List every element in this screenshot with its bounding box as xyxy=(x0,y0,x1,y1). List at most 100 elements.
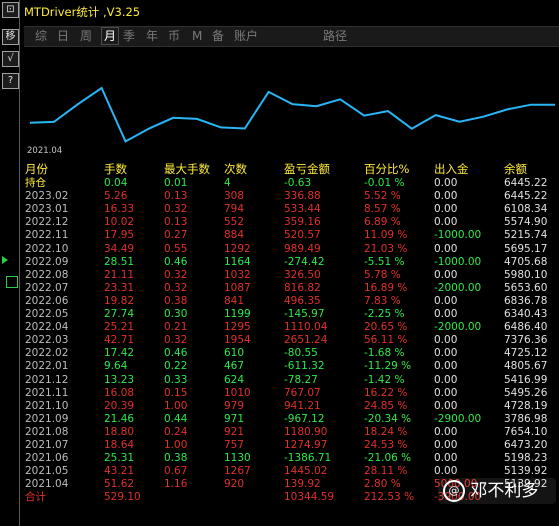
table-cell: 0.27 xyxy=(164,229,188,242)
table-cell: 920 xyxy=(224,478,245,491)
tab-2[interactable]: 周 xyxy=(80,28,92,44)
tab-6[interactable]: 币 xyxy=(168,28,180,44)
table-row: 2022.03 42.71 0.32 1954 2651.24 56.11 % 0.00 73… xyxy=(20,334,559,347)
table-row: 2021.11 16.08 0.15 1010 767.07 16.22 % 0.00 549… xyxy=(20,387,559,400)
table-cell: 767.07 xyxy=(284,386,321,399)
tab-8[interactable]: 备 xyxy=(212,28,224,44)
table-row: 2021.09 21.46 0.44 971 -967.12 -20.34 % -2900.… xyxy=(20,413,559,426)
table-cell: 1445.02 xyxy=(284,465,328,478)
table-cell: 25.31 xyxy=(104,452,135,465)
table-row: 2022.05 27.74 0.30 1199 -145.97 -2.25 % 0.00 63… xyxy=(20,308,559,321)
table-cell: 0.00 xyxy=(434,334,458,347)
table-cell: 0.13 xyxy=(164,216,188,229)
table-row: 2022.12 10.02 0.13 552 359.16 6.89 % 0.00 5574.… xyxy=(20,216,559,229)
chart-x-label: 2021.04 xyxy=(27,146,63,156)
table-cell: 5416.99 xyxy=(504,373,548,386)
table-cell: 2022.08 xyxy=(25,268,69,281)
table-cell: 7.83 % xyxy=(364,294,401,307)
column-header: 月份 xyxy=(25,162,48,176)
window-icon[interactable]: ⊡ xyxy=(2,2,19,18)
table-cell: 2022.03 xyxy=(25,334,69,347)
table-cell: 1.00 xyxy=(164,399,188,412)
table-cell: 1199 xyxy=(224,308,251,320)
table-cell: 20.65 % xyxy=(364,321,408,334)
table-cell: 0.00 xyxy=(434,386,458,399)
table-cell: -0.63 xyxy=(284,177,312,189)
tab-1[interactable]: 日 xyxy=(57,28,69,44)
table-cell: 2021.08 xyxy=(25,425,69,438)
table-row: 2022.08 21.11 0.32 1032 326.50 5.78 % 0.00 5980… xyxy=(20,269,559,282)
table-cell: 2022.07 xyxy=(25,281,69,294)
app-title: MTDriver统计 ,V3.25 xyxy=(24,5,141,19)
table-row: 2022.02 17.42 0.46 610 -80.55 -1.68 % 0.00 4725… xyxy=(20,347,559,360)
table-cell: 1292 xyxy=(224,242,251,255)
table-cell: 1110.04 xyxy=(284,321,328,334)
table-cell: 0.22 xyxy=(164,360,188,373)
watermark-text: 邓不利多 xyxy=(470,481,539,501)
tab-0[interactable]: 综 xyxy=(35,28,47,44)
table-cell: 0.46 xyxy=(164,255,188,268)
table-cell: 2021.11 xyxy=(25,386,69,399)
table-cell: 624 xyxy=(224,373,245,386)
tab-4[interactable]: 季 xyxy=(123,28,135,44)
tab-7[interactable]: M xyxy=(192,28,202,44)
table-cell: 0.55 xyxy=(164,242,188,255)
table-cell: 0.38 xyxy=(164,294,188,307)
table-cell: 34.49 xyxy=(104,242,135,255)
table-cell: 56.11 % xyxy=(364,334,408,347)
table-cell: -80.55 xyxy=(284,347,318,360)
table-cell: 0.00 xyxy=(434,373,458,386)
table-cell: 1267 xyxy=(224,465,251,478)
table-cell: 6473.20 xyxy=(504,439,548,451)
table-cell: 0.00 xyxy=(434,242,458,255)
table-cell: 8.57 % xyxy=(364,203,401,216)
table-cell: -1000.00 xyxy=(434,229,482,242)
table-cell: 0.67 xyxy=(164,465,188,478)
table-cell: 610 xyxy=(224,347,245,360)
table-cell: 6445.22 xyxy=(504,177,548,189)
tab-5[interactable]: 年 xyxy=(146,28,158,44)
table-row: 2021.05 43.21 0.67 1267 1445.02 28.11 % 0.00 51… xyxy=(20,465,559,478)
table-cell: 989.49 xyxy=(284,242,321,255)
table-row: 2021.07 18.64 1.00 757 1274.97 24.53 % 0.00 647… xyxy=(20,439,559,452)
table-cell: 336.88 xyxy=(284,190,321,203)
table-cell: 2021.12 xyxy=(25,373,69,386)
table-cell: 794 xyxy=(224,203,245,216)
check-icon[interactable]: √ xyxy=(2,51,19,67)
table-cell: 4 xyxy=(224,177,231,189)
table-cell: 18.80 xyxy=(104,425,135,438)
table-cell: 0.32 xyxy=(164,203,188,216)
table-cell: 0.00 xyxy=(434,308,458,320)
tab-3[interactable]: 月 xyxy=(101,27,120,45)
table-row: 2022.11 17.95 0.27 884 520.57 11.09 % -1000.00… xyxy=(20,229,559,242)
table-cell: 16.22 % xyxy=(364,386,408,399)
table-cell: -20.34 % xyxy=(364,412,412,425)
column-header: 余额 xyxy=(504,162,527,176)
table-cell: 941.21 xyxy=(284,399,321,412)
move-icon[interactable]: 移 xyxy=(2,29,19,45)
table-cell: 308 xyxy=(224,190,245,203)
table-cell: -611.32 xyxy=(284,360,325,373)
table-cell: 520.57 xyxy=(284,229,321,242)
table-cell: 5574.90 xyxy=(504,216,548,229)
table-cell: 0.00 xyxy=(434,294,458,307)
balance-chart xyxy=(29,86,555,143)
tab-bar: 综日周月季年币 M 备账户 路径 xyxy=(24,26,559,47)
help-icon[interactable]: ? xyxy=(2,73,19,89)
table-cell: 467 xyxy=(224,360,245,373)
tab-9[interactable]: 账户 xyxy=(234,28,258,44)
table-cell: 0.00 xyxy=(434,177,458,189)
table-cell: -2900.00 xyxy=(434,412,482,425)
tab-10[interactable]: 路径 xyxy=(323,28,347,44)
table-cell: 2022.01 xyxy=(25,360,69,373)
table-cell: 21.11 xyxy=(104,268,135,281)
table-cell: 0.00 xyxy=(434,203,458,216)
table-cell: 2022.04 xyxy=(25,321,69,334)
table-cell: 971 xyxy=(224,412,245,425)
table-cell: -1386.71 xyxy=(284,452,332,465)
table-cell: 11.09 % xyxy=(364,229,408,242)
table-cell: 2022.11 xyxy=(25,229,69,242)
column-header: 次数 xyxy=(224,162,247,176)
table-row: 2022.09 28.51 0.46 1164 -274.42 -5.51 % -1000.… xyxy=(20,256,559,269)
table-cell: 0.00 xyxy=(434,268,458,281)
